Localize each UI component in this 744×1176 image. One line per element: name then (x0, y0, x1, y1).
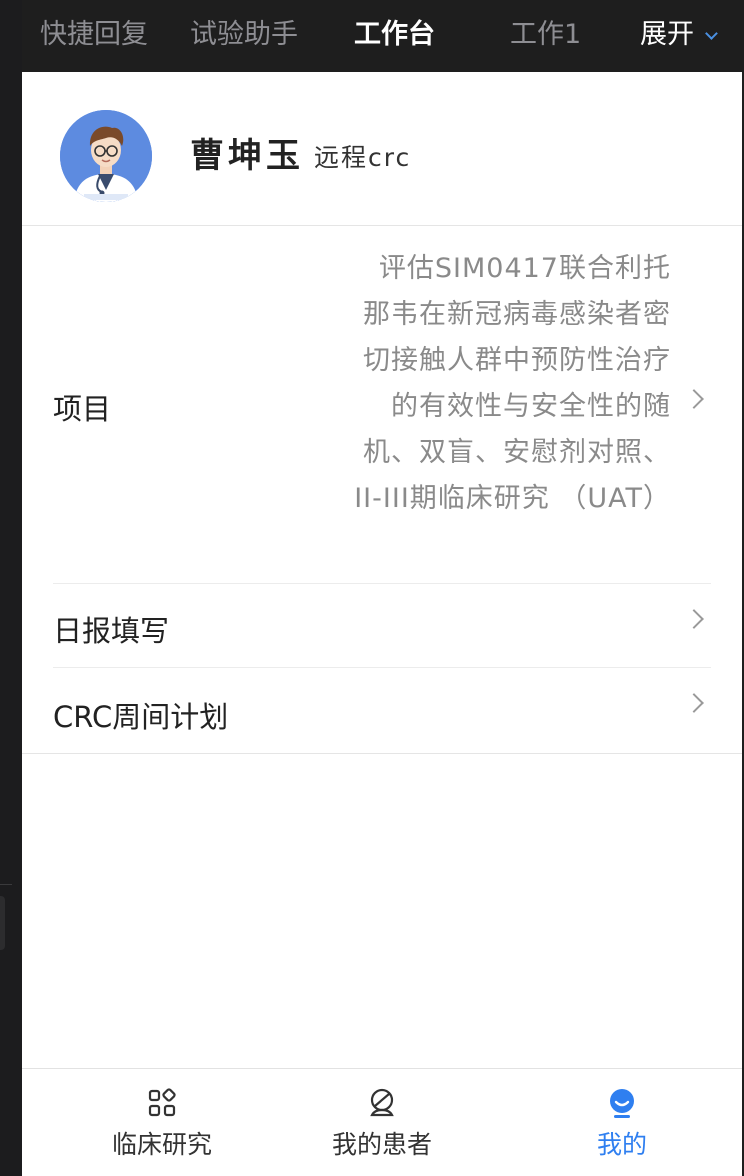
user-role: 远程crc (314, 143, 412, 172)
nav-my-patients[interactable]: 我的患者 (302, 1069, 462, 1176)
avatar[interactable] (60, 110, 152, 202)
profile-header: 曹坤玉 远程crc (22, 72, 742, 226)
user-name: 曹坤玉 (190, 136, 304, 176)
chevron-right-icon (684, 693, 704, 713)
tab-trial-assistant[interactable]: 试验助手 (190, 0, 298, 72)
bottom-nav: 临床研究 我的患者 我的 (22, 1068, 742, 1176)
project-value: 评估SIM0417联合利托那韦在新冠病毒感染者密切接触人群中预防性治疗的有效性与… (354, 253, 671, 514)
doctor-avatar-icon (60, 110, 152, 202)
nav-mine-label: 我的 (596, 1130, 647, 1159)
patient-icon (370, 1088, 394, 1117)
list-divider (22, 753, 742, 754)
expand-button[interactable]: 展开 (640, 0, 718, 72)
nav-my-patients-label: 我的患者 (331, 1130, 432, 1159)
edge-handle[interactable] (0, 896, 5, 950)
weekly-plan-row[interactable]: CRC周间计划 (53, 668, 711, 753)
host-window-edge (0, 0, 22, 1176)
project-row[interactable]: 项目 评估SIM0417联合利托那韦在新冠病毒感染者密切接触人群中预防性治疗的有… (53, 226, 711, 584)
top-tab-bar: 快捷回复 试验助手 工作台 工作1 展开 (22, 0, 744, 72)
chevron-right-icon (684, 389, 704, 409)
tab-quick-reply[interactable]: 快捷回复 (40, 0, 148, 72)
chevron-down-icon (705, 27, 718, 40)
project-label: 项目 (53, 392, 112, 426)
edge-divider (0, 884, 12, 885)
nav-clinical-research[interactable]: 临床研究 (82, 1069, 242, 1176)
nav-clinical-research-label: 临床研究 (111, 1130, 212, 1159)
tab-work1[interactable]: 工作1 (510, 0, 581, 72)
expand-label: 展开 (640, 19, 694, 50)
nav-mine[interactable]: 我的 (542, 1069, 702, 1176)
profile-icon (610, 1089, 634, 1118)
daily-report-row[interactable]: 日报填写 (53, 584, 711, 668)
tab-workbench[interactable]: 工作台 (354, 0, 435, 72)
apps-grid-icon (148, 1088, 176, 1117)
daily-report-label: 日报填写 (53, 614, 170, 648)
workbench-panel: 曹坤玉 远程crc 项目 评估SIM0417联合利托那韦在新冠病毒感染者密切接触… (22, 72, 742, 1176)
chevron-right-icon (684, 609, 704, 629)
weekly-plan-label: CRC周间计划 (53, 700, 229, 734)
